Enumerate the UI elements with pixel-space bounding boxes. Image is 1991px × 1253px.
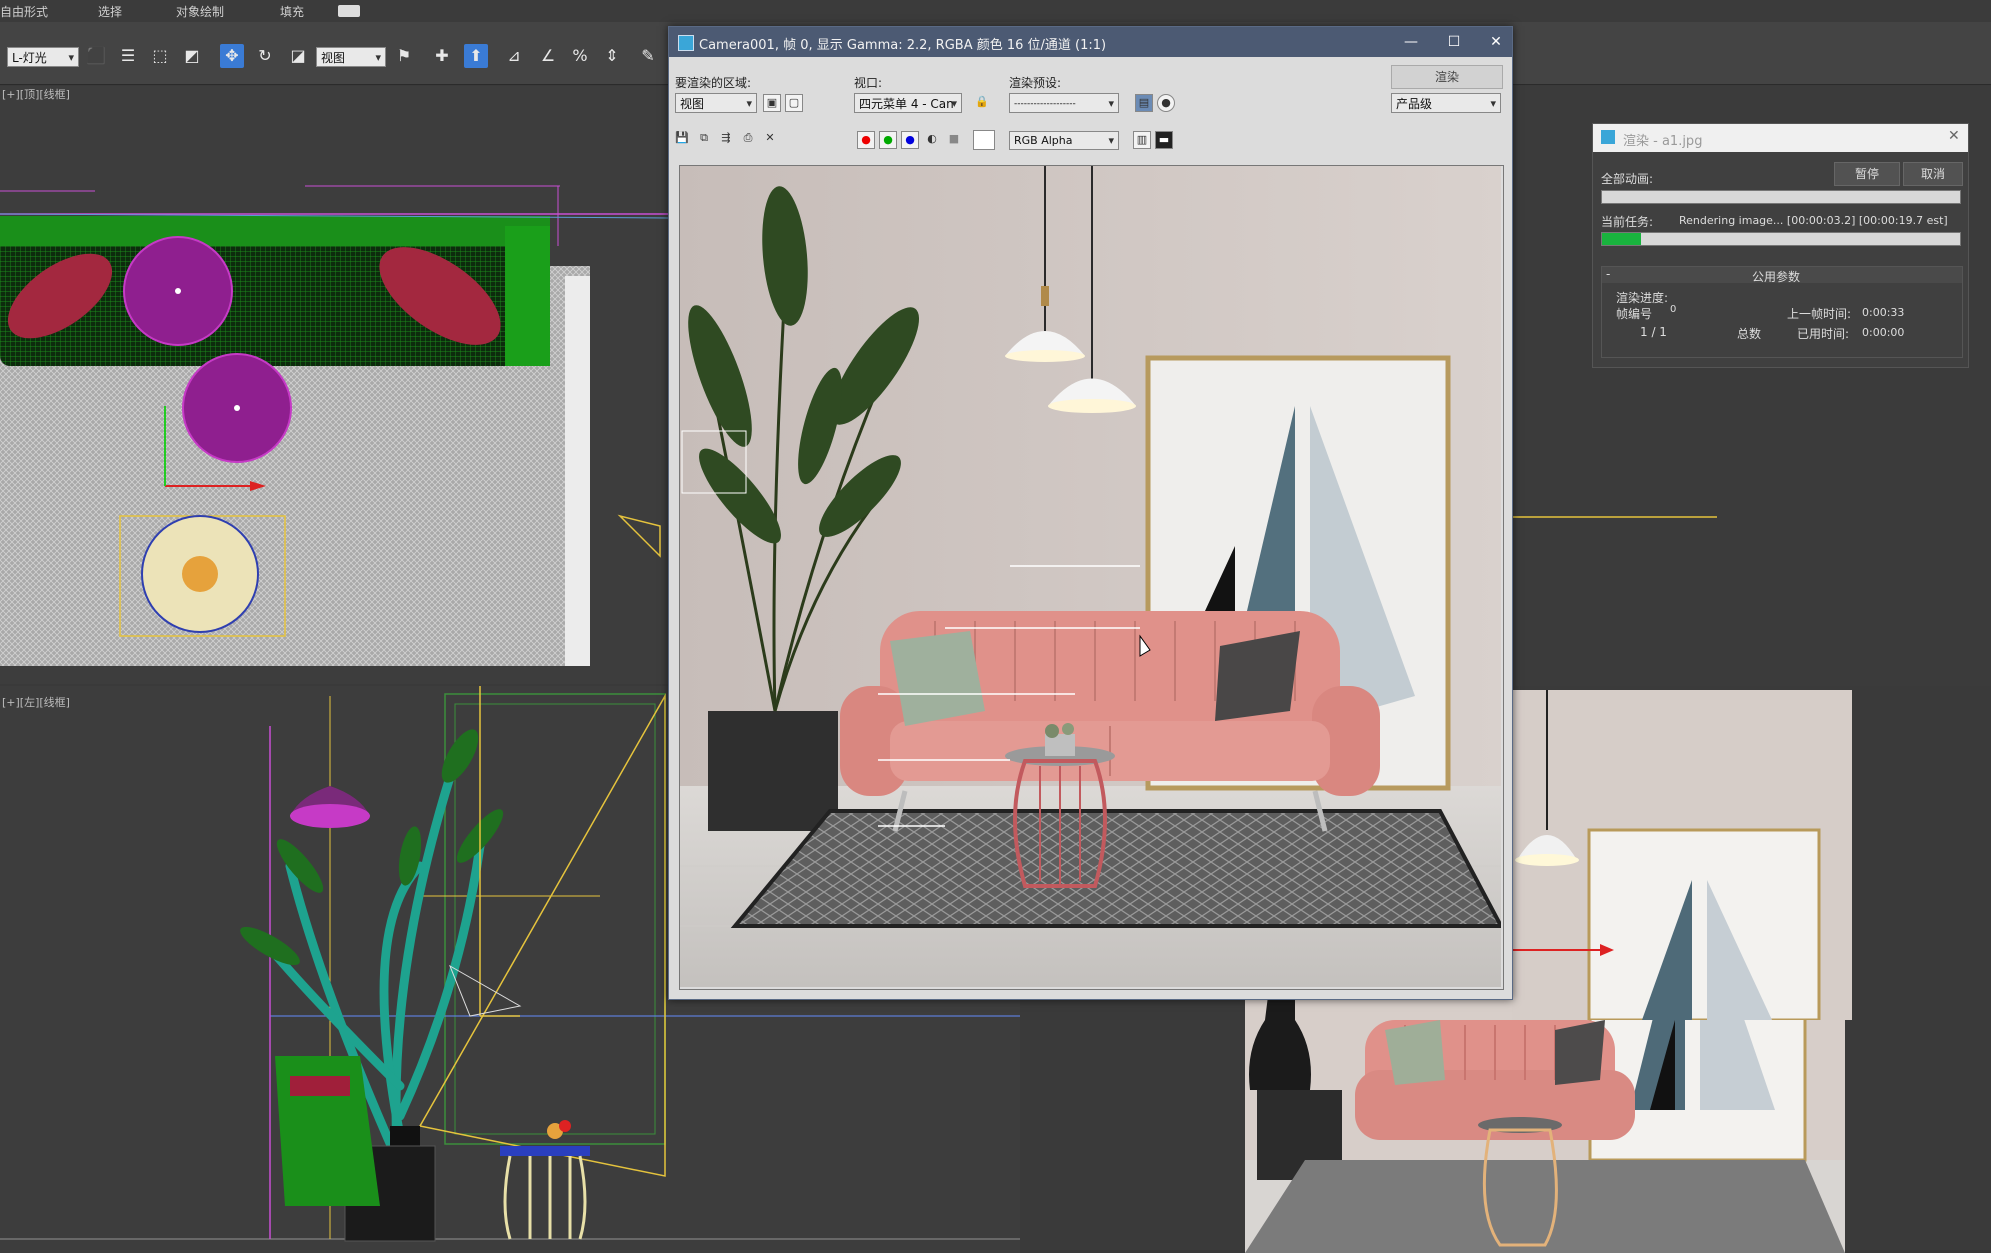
menu-item-populate[interactable]: 填充 <box>280 3 304 20</box>
frame-window-title: Camera001, 帧 0, 显示 Gamma: 2.2, RGBA 颜色 1… <box>699 38 1107 53</box>
move-icon[interactable]: ✥ <box>220 44 244 68</box>
snap-icon[interactable]: ⊿ <box>502 44 526 68</box>
current-task-text: Rendering image... [00:00:03.2] [00:00:1… <box>1679 214 1948 227</box>
rect-select-icon[interactable]: ⬚ <box>148 44 172 68</box>
current-task-progress-fill <box>1602 233 1642 245</box>
layer-select[interactable]: L-灯光 <box>7 47 79 68</box>
all-animation-label: 全部动画: <box>1601 172 1654 186</box>
frame-no-label: 帧编号 <box>1616 307 1653 321</box>
save-image-icon[interactable]: 💾 <box>673 130 691 148</box>
ref-coord-select[interactable]: 视图 <box>316 47 386 68</box>
app-icon <box>1601 130 1615 144</box>
quality-select[interactable]: 产品级 <box>1391 93 1501 114</box>
minimize-icon[interactable]: — <box>1396 31 1426 53</box>
blue-channel-icon[interactable]: ● <box>901 131 919 149</box>
toggle-ui-overlay-icon[interactable]: ▥ <box>1133 131 1151 149</box>
clone-window-icon[interactable]: ⇶ <box>717 130 735 148</box>
render-progress-label: 渲染进度: <box>1616 291 1669 305</box>
frame-no-value: 0 <box>1670 304 1677 315</box>
area-label: 要渲染的区域: <box>675 76 752 90</box>
area-select[interactable]: 视图 <box>675 93 757 114</box>
render-button[interactable]: 渲染 <box>1391 65 1503 89</box>
last-frame-time-value: 0:00:33 <box>1862 306 1905 319</box>
auto-region-icon[interactable]: ▢ <box>785 94 803 112</box>
viewport-select[interactable]: 四元菜单 4 - Can <box>854 93 962 114</box>
maximize-icon[interactable]: ☐ <box>1439 31 1469 53</box>
collapse-icon[interactable]: - <box>1606 267 1610 281</box>
menu-item-freeform[interactable]: 自由形式 <box>0 3 48 20</box>
print-image-icon[interactable]: ⎙ <box>739 130 757 148</box>
scale-icon[interactable]: ◪ <box>286 44 310 68</box>
rendered-image[interactable] <box>679 165 1505 990</box>
close-icon[interactable]: ✕ <box>1948 128 1960 144</box>
spinner-snap-icon[interactable]: ⇕ <box>600 44 624 68</box>
current-task-progress <box>1601 232 1961 246</box>
channel-display-select[interactable]: RGB Alpha <box>1009 131 1119 150</box>
select-object-icon[interactable]: ⬛ <box>84 44 108 68</box>
frame-count: 1 / 1 <box>1640 325 1667 339</box>
angle-snap-icon[interactable]: ∠ <box>536 44 560 68</box>
menu-bar: 自由形式 选择 对象绘制 填充 <box>0 0 1991 23</box>
app-icon <box>678 35 694 51</box>
menu-item-object-paint[interactable]: 对象绘制 <box>176 3 224 20</box>
red-channel-icon[interactable]: ● <box>857 131 875 149</box>
rendered-scene <box>680 166 1505 987</box>
viewport-label: 视口: <box>854 76 883 90</box>
progress-window-title: 渲染 - a1.jpg <box>1623 134 1703 149</box>
elapsed-label: 已用时间: <box>1797 327 1850 341</box>
environment-icon[interactable]: ● <box>1157 94 1175 112</box>
menu-item-selection[interactable]: 选择 <box>98 3 122 20</box>
green-channel-icon[interactable]: ● <box>879 131 897 149</box>
toggle-ui-icon[interactable]: ▬ <box>1155 131 1173 149</box>
percent-snap-icon[interactable]: % <box>568 44 592 68</box>
ribbon-toggle-icon[interactable] <box>338 5 360 17</box>
last-frame-time-label: 上一帧时间: <box>1787 307 1852 321</box>
rendered-frame-window: Camera001, 帧 0, 显示 Gamma: 2.2, RGBA 颜色 1… <box>668 26 1513 1000</box>
preset-select[interactable]: ------------------- <box>1009 93 1119 114</box>
frame-window-titlebar[interactable]: Camera001, 帧 0, 显示 Gamma: 2.2, RGBA 颜色 1… <box>669 27 1512 57</box>
current-task-label: 当前任务: <box>1601 215 1654 229</box>
lock-icon[interactable]: 🔒 <box>973 94 991 112</box>
viewport-top[interactable]: [+][顶][线框] <box>0 86 668 684</box>
copy-image-icon[interactable]: ⧉ <box>695 130 713 148</box>
rotate-icon[interactable]: ↻ <box>253 44 277 68</box>
pivot-icon[interactable]: ⚑ <box>392 44 416 68</box>
viewport-right-overlay <box>1512 690 1852 1020</box>
mono-icon[interactable]: ■ <box>945 131 963 149</box>
total-label: 总数 <box>1737 327 1762 341</box>
clear-image-icon[interactable]: ✕ <box>761 130 779 148</box>
keyboard-shortcut-icon[interactable]: ⬆ <box>464 44 488 68</box>
elapsed-value: 0:00:00 <box>1862 326 1905 339</box>
close-icon[interactable]: ✕ <box>1481 31 1511 53</box>
params-header-bar[interactable]: - 公用参数 <box>1602 267 1962 284</box>
render-setup-icon[interactable]: ▤ <box>1135 94 1153 112</box>
render-progress-window: 渲染 - a1.jpg ✕ 全部动画: 暂停 取消 当前任务: Renderin… <box>1592 123 1969 368</box>
top-view-wireframe <box>0 185 668 666</box>
all-animation-progress <box>1601 190 1961 204</box>
alpha-channel-icon[interactable]: ◐ <box>923 131 941 149</box>
window-crossing-icon[interactable]: ◩ <box>180 44 204 68</box>
manipulate-icon[interactable]: ✚ <box>430 44 454 68</box>
params-header: 公用参数 <box>1752 270 1801 284</box>
preset-label: 渲染预设: <box>1009 76 1062 90</box>
pause-button[interactable]: 暂停 <box>1834 162 1900 186</box>
edit-named-selection-icon[interactable]: ✎ <box>636 44 660 68</box>
progress-titlebar[interactable]: 渲染 - a1.jpg ✕ <box>1593 124 1968 152</box>
select-by-name-icon[interactable]: ☰ <box>116 44 140 68</box>
common-params-panel: - 公用参数 渲染进度: 帧编号 0 1 / 1 总数 上一帧时间: 0:00:… <box>1601 266 1963 358</box>
overlay-scene <box>1512 690 1821 1020</box>
color-swatch[interactable] <box>973 130 995 150</box>
cancel-button[interactable]: 取消 <box>1903 162 1963 186</box>
edit-region-icon[interactable]: ▣ <box>763 94 781 112</box>
